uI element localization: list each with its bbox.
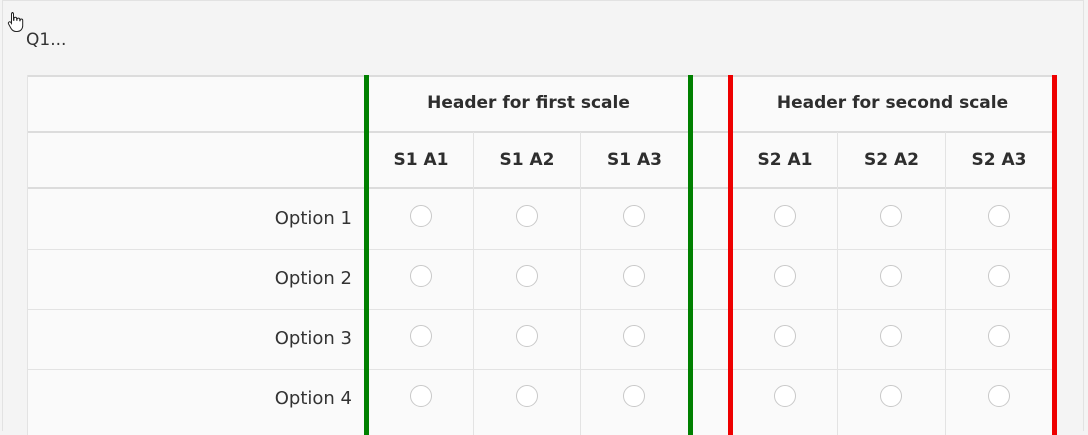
hand-pointer-icon [7, 12, 24, 32]
column-divider [945, 132, 946, 435]
scale1-header: Header for first scale [427, 93, 630, 113]
radio-option1-s2-a3[interactable] [988, 205, 1010, 227]
radio-option1-s2-a1[interactable] [774, 205, 796, 227]
row-label-option-1: Option 1 [274, 208, 352, 229]
radio-option3-s1-a3[interactable] [623, 325, 645, 347]
question-grid: Header for first scale Header for second… [27, 75, 1057, 435]
row-label-option-2: Option 2 [274, 268, 352, 289]
header-separator [27, 187, 1057, 189]
scale1-right-accent [688, 75, 693, 435]
column-header-s1-a3: S1 A3 [607, 150, 662, 170]
column-divider [837, 132, 838, 435]
radio-option2-s1-a2[interactable] [516, 265, 538, 287]
radio-option3-s2-a2[interactable] [880, 325, 902, 347]
radio-option4-s1-a2[interactable] [516, 385, 538, 407]
header-separator [27, 131, 1057, 133]
column-header-s1-a2: S1 A2 [499, 150, 555, 170]
radio-option2-s1-a3[interactable] [623, 265, 645, 287]
radio-option4-s1-a1[interactable] [410, 385, 432, 407]
radio-option1-s1-a3[interactable] [623, 205, 645, 227]
column-header-s2-a2: S2 A2 [864, 150, 919, 170]
radio-option1-s2-a2[interactable] [880, 205, 902, 227]
grid-top-border [27, 75, 1057, 77]
column-header-s2-a1: S2 A1 [757, 150, 813, 170]
radio-option4-s2-a1[interactable] [774, 385, 796, 407]
row-label-option-4: Option 4 [274, 388, 352, 409]
radio-option4-s2-a3[interactable] [988, 385, 1010, 407]
scale2-left-accent [728, 75, 733, 435]
column-header-s1-a1: S1 A1 [393, 150, 449, 170]
scale2-header: Header for second scale [776, 93, 1009, 113]
row-separator [27, 249, 1057, 250]
radio-option2-s2-a2[interactable] [880, 265, 902, 287]
radio-option1-s1-a2[interactable] [516, 205, 538, 227]
radio-option4-s1-a3[interactable] [623, 385, 645, 407]
row-separator [27, 369, 1057, 370]
column-header-s2-a3: S2 A3 [971, 150, 1027, 170]
radio-option4-s2-a2[interactable] [880, 385, 902, 407]
column-divider [580, 132, 581, 435]
grid-left-border [27, 75, 28, 435]
question-title: Q1... [26, 30, 67, 50]
radio-option1-s1-a1[interactable] [410, 205, 432, 227]
radio-option3-s2-a1[interactable] [774, 325, 796, 347]
radio-option3-s2-a3[interactable] [988, 325, 1010, 347]
scale1-left-accent [364, 75, 369, 435]
radio-option3-s1-a1[interactable] [410, 325, 432, 347]
radio-option2-s2-a1[interactable] [774, 265, 796, 287]
radio-option3-s1-a2[interactable] [516, 325, 538, 347]
row-separator [27, 309, 1057, 310]
column-divider [473, 132, 474, 435]
row-label-option-3: Option 3 [274, 328, 352, 349]
radio-option2-s2-a3[interactable] [988, 265, 1010, 287]
radio-option2-s1-a1[interactable] [410, 265, 432, 287]
scale2-right-accent [1052, 75, 1057, 435]
